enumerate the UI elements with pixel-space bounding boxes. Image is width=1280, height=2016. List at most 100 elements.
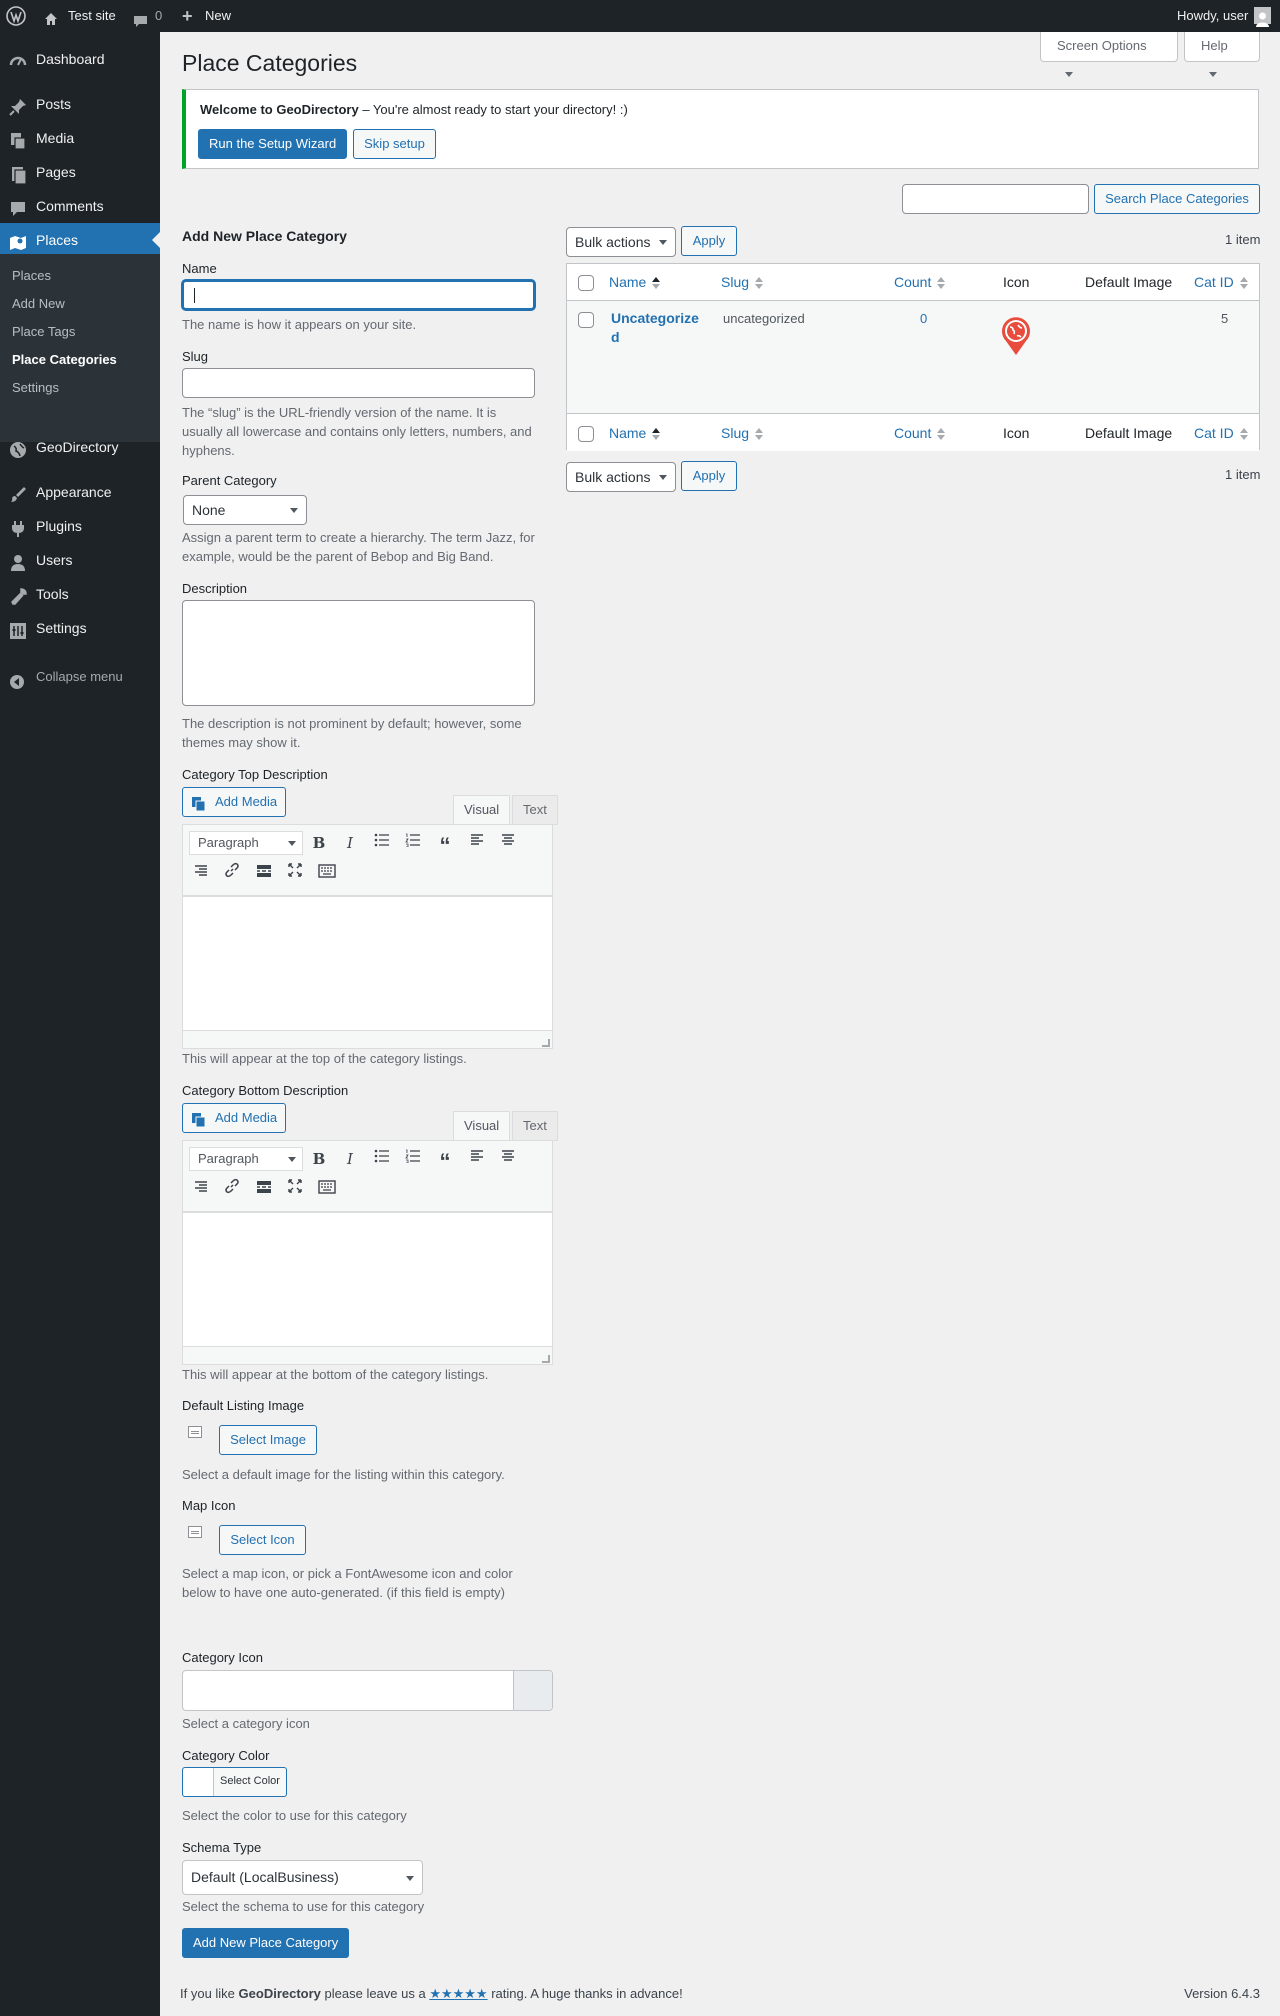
menu-settings[interactable]: Settings [0, 611, 160, 645]
bold-icon[interactable]: B [307, 1147, 331, 1171]
column-name[interactable]: Name [609, 415, 661, 451]
keyboard-icon[interactable] [315, 862, 339, 886]
icon-picker-addon[interactable] [513, 1671, 552, 1710]
name-input[interactable] [182, 280, 535, 310]
link-icon[interactable] [220, 862, 244, 886]
row-name-link[interactable]: Uncategorize d [611, 309, 699, 347]
resize-handle-icon[interactable] [542, 1355, 550, 1363]
align-right-icon[interactable] [189, 862, 213, 886]
slug-input[interactable] [182, 368, 535, 398]
align-left-icon[interactable] [465, 1147, 489, 1171]
menu-users[interactable]: Users [0, 543, 160, 577]
add-media-button[interactable]: Add Media [182, 787, 287, 817]
column-count-link[interactable]: Count [894, 274, 931, 290]
description-textarea[interactable] [182, 600, 535, 706]
fullscreen-icon[interactable] [283, 862, 307, 886]
tab-text[interactable]: Text [512, 1111, 558, 1141]
search-input[interactable] [902, 184, 1089, 214]
menu-posts[interactable]: Posts [0, 87, 160, 121]
avatar[interactable] [1254, 7, 1271, 27]
comment-icon[interactable] [133, 9, 149, 27]
select-all-checkbox[interactable] [578, 426, 594, 442]
column-count[interactable]: Count [894, 415, 946, 451]
search-categories-button[interactable]: Search Place Categories [1094, 184, 1260, 214]
comments-count[interactable]: 0 [155, 0, 162, 32]
bullet-list-icon[interactable] [370, 1147, 394, 1171]
align-center-icon[interactable] [496, 831, 520, 855]
column-slug[interactable]: Slug [721, 264, 764, 300]
menu-dashboard[interactable]: Dashboard [0, 42, 160, 76]
add-new-category-button[interactable]: Add New Place Category [182, 1928, 349, 1958]
skip-setup-button[interactable]: Skip setup [353, 129, 436, 159]
tab-visual[interactable]: Visual [453, 1111, 511, 1141]
italic-icon[interactable]: I [338, 831, 362, 855]
keyboard-icon[interactable] [315, 1178, 339, 1202]
row-checkbox[interactable] [578, 312, 594, 328]
align-right-icon[interactable] [189, 1178, 213, 1202]
align-left-icon[interactable] [465, 831, 489, 855]
apply-button-top[interactable]: Apply [681, 226, 737, 256]
submenu-place-tags[interactable]: Place Tags [12, 319, 75, 345]
bulk-actions-select-top[interactable]: Bulk actions [566, 227, 676, 257]
screen-options-button[interactable]: Screen Options [1040, 32, 1178, 78]
read-more-icon[interactable] [252, 1178, 276, 1202]
column-slug-link[interactable]: Slug [721, 274, 749, 290]
tab-visual[interactable]: Visual [453, 795, 511, 825]
bulk-actions-select-bottom[interactable]: Bulk actions [566, 462, 676, 492]
submenu-settings[interactable]: Settings [12, 375, 59, 401]
fullscreen-icon[interactable] [283, 1178, 307, 1202]
resize-handle-icon[interactable] [542, 1039, 550, 1047]
numbered-list-icon[interactable] [401, 1147, 425, 1171]
add-media-button[interactable]: Add Media [182, 1103, 287, 1133]
parent-category-select[interactable]: None [183, 495, 307, 525]
blockquote-icon[interactable]: “ [433, 831, 457, 858]
column-cat-id[interactable]: Cat ID [1194, 415, 1248, 451]
column-slug-link[interactable]: Slug [721, 425, 749, 441]
column-count[interactable]: Count [894, 264, 946, 300]
select-color-button[interactable]: Select Color [182, 1767, 287, 1797]
rating-stars-link[interactable]: ★★★★★ [429, 1986, 487, 2001]
column-name[interactable]: Name [609, 264, 661, 300]
column-name-link[interactable]: Name [609, 425, 646, 441]
plus-icon[interactable]: + [182, 0, 193, 32]
run-setup-wizard-button[interactable]: Run the Setup Wizard [198, 129, 347, 159]
new-content-link[interactable]: New [205, 0, 231, 32]
column-cat-id[interactable]: Cat ID [1194, 264, 1248, 300]
column-name-link[interactable]: Name [609, 274, 646, 290]
menu-comments[interactable]: Comments [0, 189, 160, 223]
schema-type-select[interactable]: Default (LocalBusiness) [182, 1860, 423, 1895]
select-icon-button[interactable]: Select Icon [219, 1525, 306, 1555]
menu-tools[interactable]: Tools [0, 577, 160, 611]
select-all-checkbox[interactable] [578, 275, 594, 291]
format-select[interactable]: Paragraph [189, 1147, 303, 1171]
bold-icon[interactable]: B [307, 831, 331, 855]
menu-appearance[interactable]: Appearance [0, 475, 160, 509]
blockquote-icon[interactable]: “ [433, 1147, 457, 1174]
bullet-list-icon[interactable] [370, 831, 394, 855]
align-center-icon[interactable] [496, 1147, 520, 1171]
read-more-icon[interactable] [252, 862, 276, 886]
column-cat-id-link[interactable]: Cat ID [1194, 425, 1234, 441]
menu-geodirectory[interactable]: GeoDirectory [0, 430, 160, 464]
apply-button-bottom[interactable]: Apply [681, 461, 737, 491]
link-icon[interactable] [220, 1178, 244, 1202]
column-slug[interactable]: Slug [721, 415, 764, 451]
select-image-button[interactable]: Select Image [219, 1425, 317, 1455]
column-count-link[interactable]: Count [894, 425, 931, 441]
row-count-link[interactable]: 0 [920, 311, 927, 326]
category-icon-input[interactable] [182, 1670, 553, 1711]
menu-places[interactable]: Places [0, 223, 160, 257]
italic-icon[interactable]: I [338, 1147, 362, 1171]
numbered-list-icon[interactable] [401, 831, 425, 855]
site-name-link[interactable]: Test site [68, 0, 116, 32]
wordpress-logo-icon[interactable] [6, 6, 26, 26]
howdy-user[interactable]: Howdy, user [1177, 0, 1248, 32]
format-select[interactable]: Paragraph [189, 831, 303, 855]
submenu-places[interactable]: Places [12, 263, 51, 289]
menu-pages[interactable]: Pages [0, 155, 160, 189]
submenu-add-new[interactable]: Add New [12, 291, 65, 317]
column-cat-id-link[interactable]: Cat ID [1194, 274, 1234, 290]
submenu-place-categories[interactable]: Place Categories [12, 347, 117, 373]
editor-content-area[interactable] [182, 896, 553, 1031]
menu-media[interactable]: Media [0, 121, 160, 155]
